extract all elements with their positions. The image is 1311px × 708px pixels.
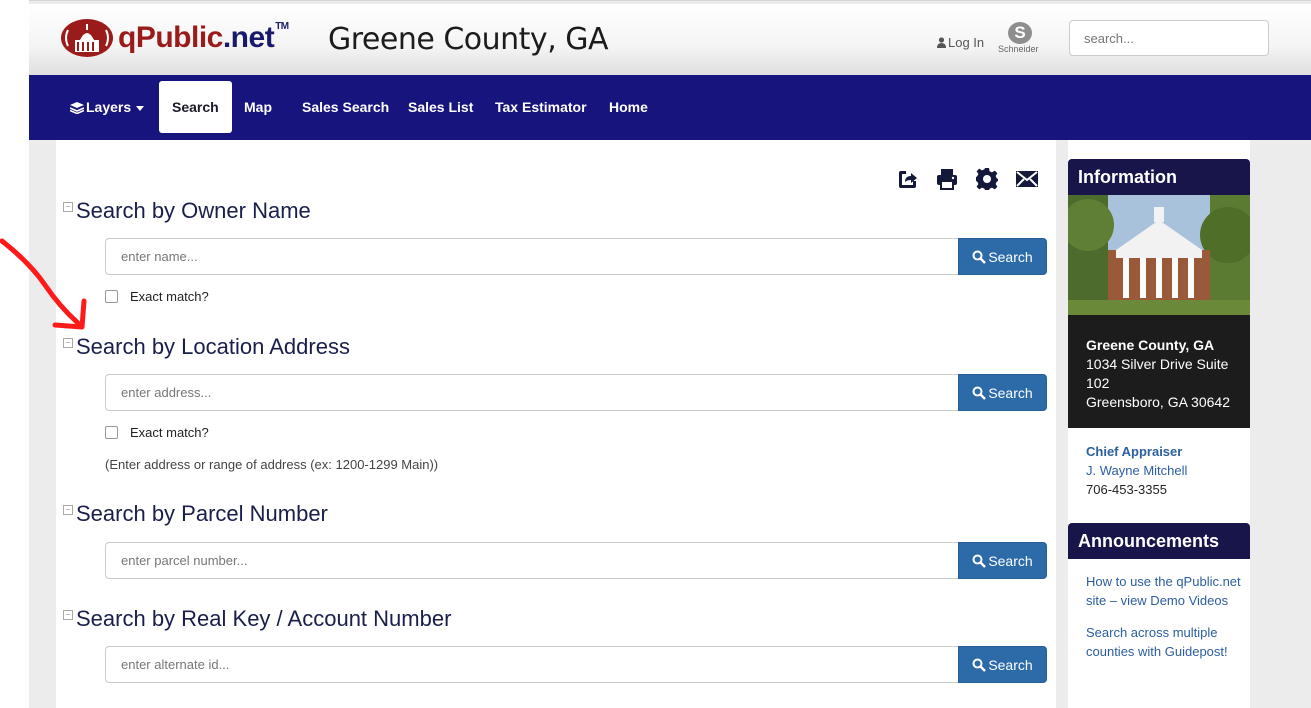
address-line-1: 1034 Silver Drive Suite <box>1086 356 1229 372</box>
search-button-label: Search <box>988 552 1033 569</box>
search-icon <box>972 554 987 568</box>
nav-item-layers[interactable]: Layers <box>69 75 145 140</box>
address-search-row: Search <box>105 374 1047 411</box>
settings-icon[interactable] <box>975 167 999 191</box>
address-line-3: Greensboro, GA 30642 <box>1086 394 1230 410</box>
collapse-icon[interactable]: − <box>63 338 73 348</box>
parcel-number-input[interactable] <box>105 542 958 579</box>
search-button-label: Search <box>988 656 1033 673</box>
login-label: Log In <box>948 35 985 50</box>
exact-match-checkbox[interactable] <box>105 290 118 303</box>
alternate-id-input[interactable] <box>105 646 958 683</box>
section-title-text: Search by Parcel Number <box>76 501 328 526</box>
login-link[interactable]: Log In <box>937 35 984 50</box>
share-icon[interactable] <box>895 167 919 191</box>
courthouse-photo <box>1068 195 1250 315</box>
appraiser-block: Chief Appraiser J. Wayne Mitchell 706-45… <box>1086 442 1187 499</box>
nav-item-home[interactable]: Home <box>609 75 648 140</box>
announcement-demo-videos[interactable]: How to use the qPublic.net site – view D… <box>1086 572 1241 610</box>
email-icon[interactable] <box>1015 167 1039 191</box>
section-title-text: Search by Real Key / Account Number <box>76 606 452 631</box>
logo-suffix-text: .net <box>222 21 275 54</box>
chevron-down-icon <box>136 105 145 111</box>
owner-name-input[interactable] <box>105 238 958 275</box>
exact-match-label: Exact match? <box>130 425 209 440</box>
page-toolbar <box>895 167 1039 191</box>
search-button-label: Search <box>988 384 1033 401</box>
announcements-heading: Announcements <box>1068 523 1250 559</box>
collapse-icon[interactable]: − <box>63 610 73 620</box>
announcement-line[interactable]: Search across multiple <box>1086 623 1228 642</box>
owner-name-section-title[interactable]: − Search by Owner Name <box>63 198 311 224</box>
parcel-number-section-title[interactable]: − Search by Parcel Number <box>63 501 328 527</box>
nav-item-sales-list[interactable]: Sales List <box>408 75 473 140</box>
office-phone: 706-453-3355 <box>1086 482 1167 497</box>
address-search-button[interactable]: Search <box>958 374 1047 411</box>
exact-match-checkbox[interactable] <box>105 426 118 439</box>
nav-item-tax-estimator[interactable]: Tax Estimator <box>495 75 587 140</box>
layers-icon <box>69 102 85 115</box>
collapse-icon[interactable]: − <box>63 202 73 212</box>
search-icon <box>972 386 987 400</box>
information-heading: Information <box>1068 159 1250 195</box>
partner-logo[interactable]: S Schneider <box>996 22 1044 58</box>
courthouse-logo-icon <box>61 19 113 57</box>
announcement-line[interactable]: How to use the qPublic.net <box>1086 572 1241 591</box>
search-button-label: Search <box>988 248 1033 265</box>
owner-name-search-button[interactable]: Search <box>958 238 1047 275</box>
account-search-row: Search <box>105 646 1047 683</box>
address-line-2: 102 <box>1086 375 1110 391</box>
appraiser-name-link[interactable]: J. Wayne Mitchell <box>1086 461 1187 480</box>
search-icon <box>972 250 987 264</box>
announcement-line[interactable]: site – view Demo Videos <box>1086 591 1241 610</box>
exact-match-label: Exact match? <box>130 289 209 304</box>
announcement-line[interactable]: counties with Guidepost! <box>1086 642 1228 661</box>
search-icon <box>972 658 987 672</box>
nav-item-sales-search[interactable]: Sales Search <box>302 75 389 140</box>
main-nav: Layers Search Map Sales Search Sales Lis… <box>29 75 1311 140</box>
annotation-arrow-icon <box>0 238 87 330</box>
partner-logo-text: Schneider <box>998 44 1039 54</box>
logo-wordmark: qPublic.netTM <box>118 21 289 55</box>
page-title: Greene County, GA <box>328 22 609 57</box>
address-exact-match[interactable]: Exact match? <box>105 425 209 440</box>
section-title-text: Search by Owner Name <box>76 198 311 223</box>
account-number-section-title[interactable]: − Search by Real Key / Account Number <box>63 606 451 632</box>
global-search-input[interactable] <box>1069 20 1269 56</box>
chief-appraiser-link[interactable]: Chief Appraiser <box>1086 442 1187 461</box>
announcement-guidepost[interactable]: Search across multiple counties with Gui… <box>1086 623 1228 661</box>
trademark-mark: TM <box>275 21 289 32</box>
schneider-logo-icon: S <box>1008 22 1032 44</box>
owner-name-exact-match[interactable]: Exact match? <box>105 289 209 304</box>
account-search-button[interactable]: Search <box>958 646 1047 683</box>
collapse-icon[interactable]: − <box>63 505 73 515</box>
address-hint-text: (Enter address or range of address (ex: … <box>105 457 439 472</box>
section-title-text: Search by Location Address <box>76 334 350 359</box>
office-name: Greene County, GA <box>1086 337 1215 353</box>
nav-item-map[interactable]: Map <box>244 75 272 140</box>
nav-label-layers: Layers <box>86 99 132 115</box>
location-address-section-title[interactable]: − Search by Location Address <box>63 334 350 360</box>
user-icon <box>937 37 946 48</box>
owner-name-search-row: Search <box>105 238 1047 275</box>
logo-main-text: qPublic <box>118 21 223 54</box>
print-icon[interactable] <box>935 167 959 191</box>
office-address-block: Greene County, GA 1034 Silver Drive Suit… <box>1068 315 1250 428</box>
nav-item-search[interactable]: Search <box>159 81 232 133</box>
site-logo[interactable]: qPublic.netTM <box>60 18 289 58</box>
parcel-search-button[interactable]: Search <box>958 542 1047 579</box>
parcel-search-row: Search <box>105 542 1047 579</box>
address-input[interactable] <box>105 374 958 411</box>
